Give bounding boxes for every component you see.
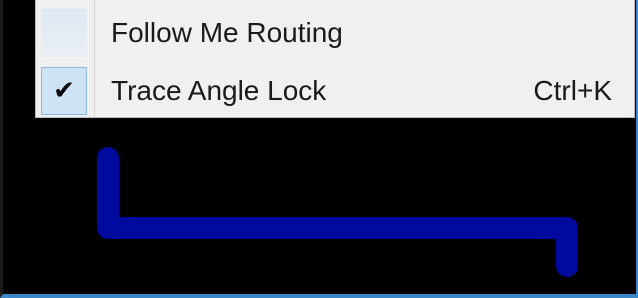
- menu-item-check-area: ✔: [41, 67, 87, 115]
- context-menu: Follow Me Routing ✔ Trace Angle Lock Ctr…: [35, 0, 635, 118]
- menu-item-label: Follow Me Routing: [111, 17, 343, 48]
- menu-item-label: Trace Angle Lock: [111, 75, 327, 106]
- checkmark-icon: ✔: [53, 76, 75, 106]
- menu-item-check-area: [41, 9, 87, 57]
- pcb-editor-viewport: Follow Me Routing ✔ Trace Angle Lock Ctr…: [0, 0, 638, 298]
- routed-trace[interactable]: [97, 147, 578, 277]
- menu-item-follow-me-routing[interactable]: Follow Me Routing: [36, 4, 634, 62]
- menu-item-trace-angle-lock[interactable]: ✔ Trace Angle Lock Ctrl+K: [36, 62, 634, 120]
- menu-item-shortcut: Ctrl+K: [533, 75, 612, 106]
